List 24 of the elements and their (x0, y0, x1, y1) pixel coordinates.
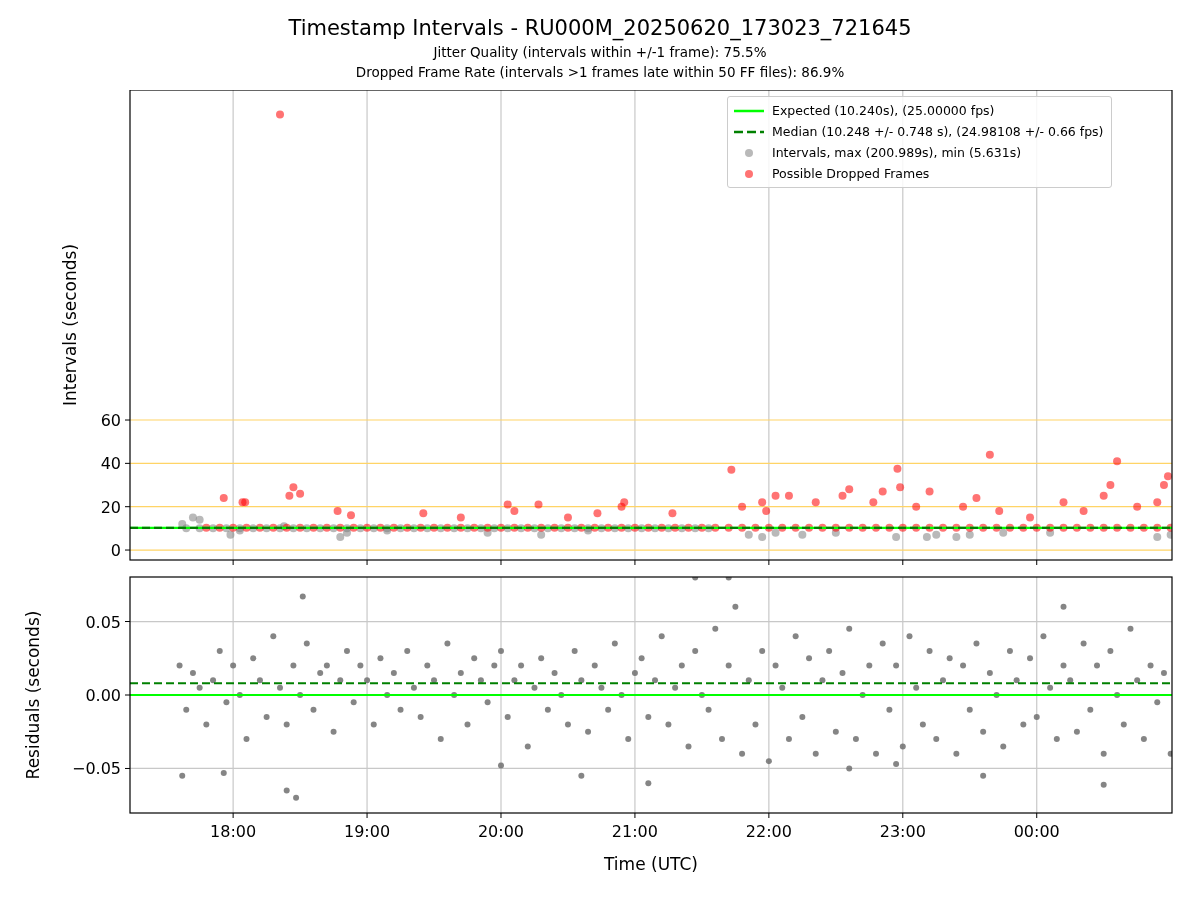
legend-label: Possible Dropped Frames (772, 166, 930, 181)
axis-label: Time (UTC) (604, 854, 698, 874)
tick-label: 0.00 (85, 686, 121, 705)
tick-label: 0.05 (85, 612, 121, 632)
tick-label: 22:00 (745, 822, 792, 841)
tick-label: 60 (100, 411, 121, 430)
legend-label: Median (10.248 +/- 0.748 s), (24.98108 +/- 0.66 fps) (772, 124, 1104, 139)
axis-label: Residuals (seconds) (23, 610, 43, 780)
tick-label: 20 (100, 497, 121, 517)
legend-label: Expected (10.240s), (25.00000 fps) (772, 103, 995, 118)
tick-label: 20:00 (477, 822, 525, 841)
tick-label: 19:00 (344, 822, 391, 841)
tick-label: 18:00 (210, 822, 257, 841)
axis-label: Intervals (seconds) (60, 243, 80, 407)
tick-label: 00:00 (1013, 822, 1060, 841)
chart-title: Timestamp Intervals - RU000M_20250620_173023_721645 (288, 15, 912, 42)
legend-label: Intervals, max (200.989s), min (5.631s) (772, 145, 1022, 160)
tick-label: 23:00 (879, 822, 926, 841)
chart-subtitle: Jitter Quality (intervals within +/-1 frame): 75.5% (433, 43, 767, 62)
tick-label: 40 (100, 454, 121, 474)
tick-label: −0.05 (71, 759, 121, 779)
chart-subtitle: Dropped Frame Rate (intervals >1 frames late within 50 FF files): 86.9% (355, 63, 845, 82)
tick-label: 21:00 (611, 822, 658, 841)
tick-label: 0 (110, 541, 121, 561)
